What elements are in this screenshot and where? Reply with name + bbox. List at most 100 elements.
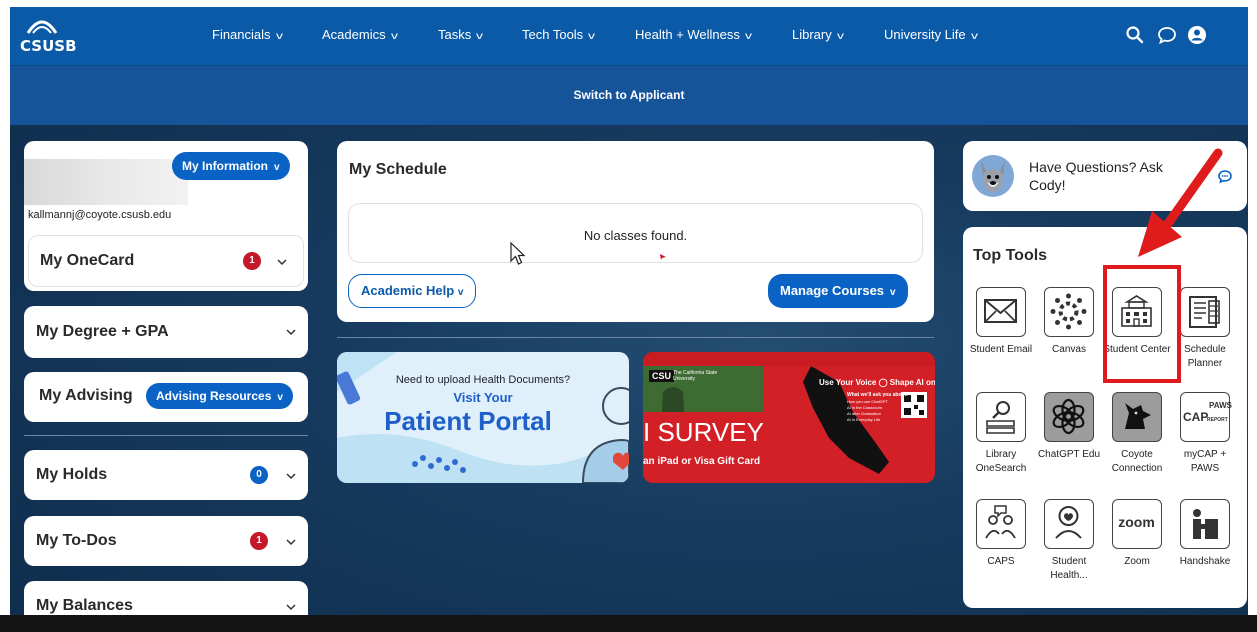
chevron-down-icon: v [476,31,484,42]
chevron-down-icon[interactable] [286,471,296,481]
survey-title: I SURVEY [643,412,771,452]
patient-portal-banner[interactable]: Need to upload Health Documents? Visit Y… [337,352,629,483]
chevron-down-icon: v [890,287,896,298]
highlight-box [1103,265,1181,383]
survey-list-item: AI in Everyday Life [847,417,881,422]
redacted-name [24,159,188,205]
csu-logo: CSU [649,370,675,382]
nav-university-life[interactable]: University Life v [884,27,978,42]
envelope-icon [976,287,1026,337]
onecard-badge: 1 [243,252,261,270]
chat-icon[interactable] [1156,24,1178,46]
nav-financials[interactable]: Financials v [212,27,283,42]
tool-label: myCAP + PAWS [1183,449,1227,474]
library-search-icon [976,392,1026,442]
my-balances-card[interactable]: My Balances [24,581,308,615]
left-divider [24,435,308,436]
taskbar-strip [0,615,1257,632]
survey-tagline: Use Your Voice ◯ Shape AI on C [819,378,935,387]
academic-help-button[interactable]: Academic Help v [348,274,477,308]
chatgpt-icon [1044,392,1094,442]
csusb-logo[interactable]: CSUSB [20,15,77,57]
chevron-down-icon: v [588,31,596,42]
switch-to-applicant-bar[interactable]: Switch to Applicant [10,65,1248,125]
chevron-down-icon[interactable] [286,327,296,337]
my-degree-title: My Degree + GPA [36,323,169,340]
tool-label: ChatGPT Edu [1037,449,1101,460]
center-divider [337,337,934,338]
tool-label: Student Health... [1050,556,1088,581]
chevron-down-icon[interactable] [286,537,296,547]
no-classes-message: No classes found. [583,228,688,243]
my-advising-title: My Advising [39,387,133,404]
my-schedule-card: My Schedule No classes found. Academic H… [337,141,934,322]
chevron-down-icon: v [457,287,464,298]
advising-resources-button[interactable]: Advising Resources v [146,383,293,409]
holds-badge: 0 [250,466,268,484]
health-banner-line3: Patient Portal [384,406,552,436]
chevron-down-icon: v [275,31,283,42]
handshake-icon [1180,499,1230,549]
survey-list: How you use ChatGPT AI in the Classroom … [847,399,888,423]
tool-zoom[interactable]: zoom Zoom [1106,499,1172,599]
my-schedule-title: My Schedule [349,161,447,178]
my-holds-title: My Holds [36,466,108,483]
my-todos-card[interactable]: My To-Dos 1 [24,516,308,566]
mouse-cursor-icon [510,241,526,265]
tool-label: Student Email [969,344,1033,355]
logo-text: CSUSB [20,37,77,55]
chevron-down-icon[interactable] [286,602,296,612]
coyote-icon [1112,392,1162,442]
chevron-down-icon: v [274,162,280,173]
search-icon[interactable] [1124,24,1146,46]
profile-icon[interactable] [1186,24,1208,46]
tool-mycap-paws[interactable]: CAP PAWS REPORT myCAP + PAWS [1174,392,1240,492]
chevron-down-icon: v [277,392,283,403]
chevron-down-icon: v [390,31,398,42]
top-tools-title: Top Tools [973,247,1048,264]
my-onecard-row[interactable]: My OneCard 1 [28,235,304,287]
mycap-paws-icon: CAP PAWS REPORT [1180,392,1232,442]
nav-tasks[interactable]: Tasks v [438,27,484,42]
chevron-down-icon: v [836,31,844,42]
my-todos-title: My To-Dos [36,532,117,549]
health-banner-line1: Need to upload Health Documents? [395,374,571,386]
ai-survey-banner[interactable]: CSU The California State University Use … [643,352,935,483]
my-balances-title: My Balances [36,597,133,614]
schedule-empty-box: No classes found. [348,203,923,263]
planner-icon [1180,287,1230,337]
tool-library-onesearch[interactable]: Library OneSearch [970,392,1036,492]
red-arrow-icon [1138,148,1223,257]
tool-schedule-planner[interactable]: Schedule Planner [1174,287,1240,387]
nav-tech-tools[interactable]: Tech Tools v [522,27,596,42]
tool-student-health[interactable]: Student Health... [1038,499,1104,599]
tool-coyote-connection[interactable]: Coyote Connection [1106,392,1172,492]
user-email: kallmannj@coyote.csusb.edu [28,209,172,221]
manage-courses-button[interactable]: Manage Courses v [768,274,908,308]
csu-subtitle: The California State University [673,370,718,382]
zoom-icon: zoom [1112,499,1162,549]
switch-to-applicant-label: Switch to Applicant [573,88,685,102]
my-holds-card[interactable]: My Holds 0 [24,450,308,500]
lightbulb-icon: ◯ [878,378,888,387]
caps-icon [976,499,1026,549]
tool-label: Coyote Connection [1111,449,1163,474]
nav-library[interactable]: Library v [792,27,844,42]
tool-caps[interactable]: CAPS [970,499,1036,599]
tool-chatgpt-edu[interactable]: ChatGPT Edu [1038,392,1104,492]
tool-canvas[interactable]: Canvas [1038,287,1104,387]
chevron-down-icon[interactable] [277,257,287,267]
my-degree-card[interactable]: My Degree + GPA [24,306,308,358]
top-navigation: CSUSB Financials v Academics v Tasks v Tech… [10,7,1248,65]
my-information-button[interactable]: My Information v [172,152,290,180]
my-onecard-title: My OneCard [40,252,135,269]
logo-arch-icon [26,20,58,34]
nav-health-wellness[interactable]: Health + Wellness v [635,27,752,42]
tool-student-email[interactable]: Student Email [970,287,1036,387]
red-pointer-icon [660,254,666,260]
tool-handshake[interactable]: Handshake [1174,499,1240,599]
nav-academics[interactable]: Academics v [322,27,398,42]
canvas-icon [1044,287,1094,337]
student-health-icon [1044,499,1094,549]
cody-coyote-avatar [972,155,1014,197]
